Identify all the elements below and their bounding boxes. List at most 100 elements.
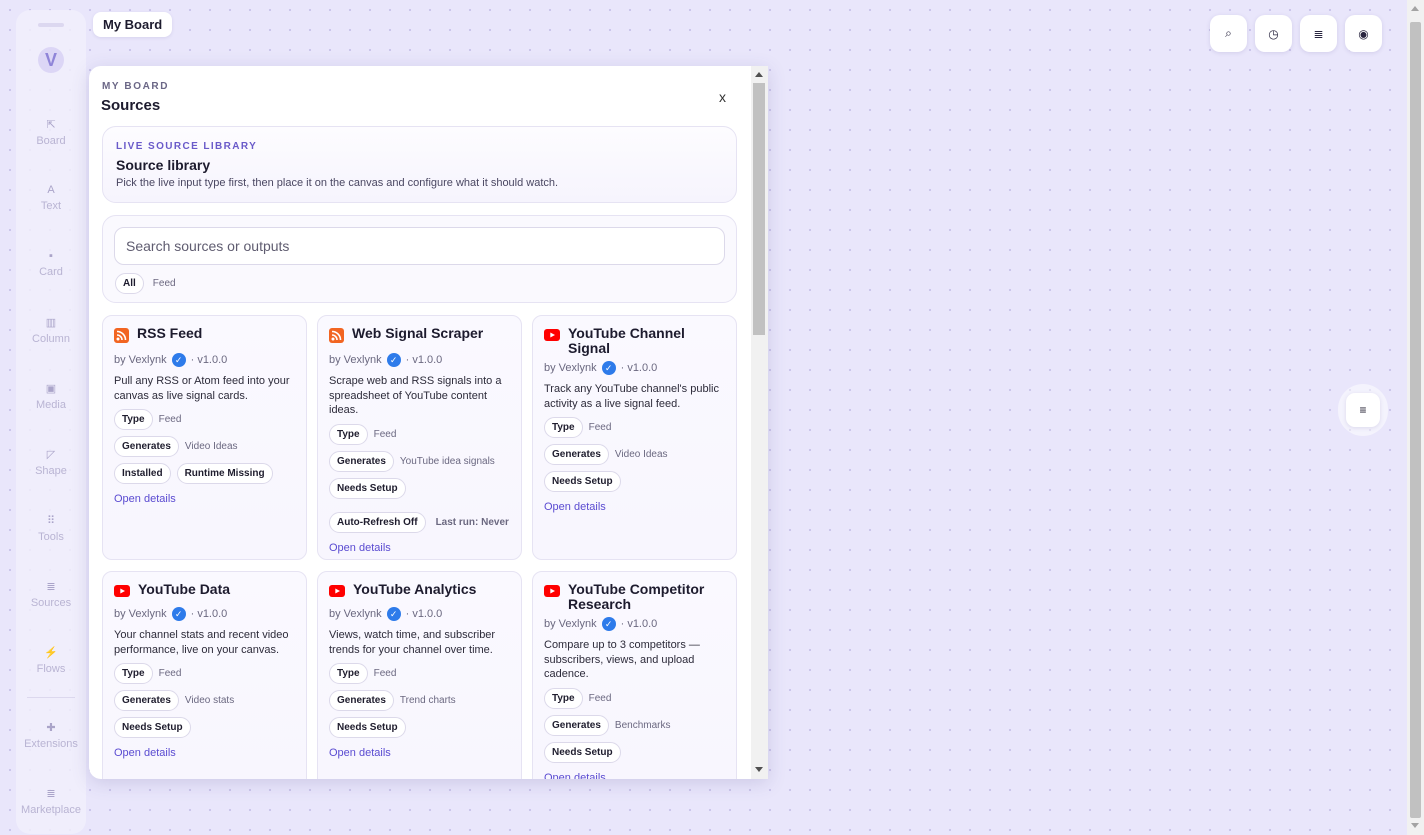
panel-eyebrow: MY BOARD: [102, 81, 170, 92]
close-button[interactable]: x: [719, 89, 726, 105]
rail-divider: [27, 697, 75, 698]
rail-item-label: Sources: [30, 596, 72, 609]
type-value: Feed: [588, 422, 612, 433]
generates-value: Trend charts: [399, 695, 456, 706]
source-card-header: YouTube Channel Signal: [544, 326, 725, 356]
open-details-link[interactable]: Open details: [329, 542, 510, 554]
source-version: · v1.0.0: [190, 608, 228, 620]
rss-icon: [329, 328, 344, 348]
rail-item-extensions[interactable]: ✚ Extensions: [16, 702, 86, 768]
source-card[interactable]: YouTube Data by Vexlynk ✓ · v1.0.0 Your chan…: [102, 571, 307, 779]
status-badge: Installed: [114, 463, 171, 484]
data-button[interactable]: ≣: [1300, 15, 1337, 52]
source-card-header: Web Signal Scraper: [329, 326, 510, 348]
generates-tag: Generates: [544, 444, 609, 465]
text-icon: A: [47, 184, 55, 196]
status-badge: Needs Setup: [329, 717, 406, 738]
rail-item-flows[interactable]: ⚡ Flows: [16, 627, 86, 693]
status-badge: Needs Setup: [329, 477, 406, 499]
source-author: by Vexlynk: [329, 608, 382, 620]
source-version: · v1.0.0: [620, 618, 658, 630]
source-author-line: by Vexlynk ✓ · v1.0.0: [114, 607, 295, 621]
source-title: RSS Feed: [137, 325, 203, 341]
page-scrollbar[interactable]: [1407, 0, 1424, 835]
source-card[interactable]: YouTube Analytics by Vexlynk ✓ · v1.0.0 View…: [317, 571, 522, 779]
align-center-button[interactable]: ≡: [1346, 393, 1380, 427]
scroll-down-arrow[interactable]: [1411, 823, 1419, 828]
board-name-pill[interactable]: My Board: [93, 12, 173, 37]
open-details-link[interactable]: Open details: [114, 493, 295, 505]
auto-refresh-toggle[interactable]: Auto-Refresh Off: [329, 511, 426, 533]
source-author-line: by Vexlynk ✓ · v1.0.0: [544, 617, 725, 631]
rail-item-card[interactable]: ▪ Card: [16, 231, 86, 297]
open-details-link[interactable]: Open details: [114, 747, 295, 759]
status-row: Needs Setup: [329, 717, 510, 738]
type-value: Feed: [158, 668, 182, 679]
status-badge: Needs Setup: [114, 717, 191, 738]
search-button[interactable]: ⌕: [1210, 15, 1247, 52]
source-author: by Vexlynk: [114, 608, 167, 620]
open-details-link[interactable]: Open details: [329, 747, 510, 759]
rail-item-sources[interactable]: ≣ Sources: [16, 561, 86, 627]
rail-item-shape[interactable]: ◸ Shape: [16, 429, 86, 495]
source-card-header: YouTube Analytics: [329, 582, 510, 602]
type-tag: Type: [544, 417, 583, 438]
status-badge: Needs Setup: [544, 471, 621, 492]
generates-row: Generates YouTube idea signals: [329, 450, 510, 472]
source-card[interactable]: YouTube Channel Signal by Vexlynk ✓ · v1.0.…: [532, 315, 737, 560]
type-tag: Type: [114, 663, 153, 684]
panel-scroll-up-arrow[interactable]: [755, 72, 763, 77]
open-details-link[interactable]: Open details: [544, 501, 725, 513]
rail-item-tools[interactable]: ⠿ Tools: [16, 495, 86, 561]
source-title: Web Signal Scraper: [352, 325, 484, 341]
filter-chip-all[interactable]: All: [115, 273, 144, 294]
app-logo[interactable]: V: [38, 47, 64, 73]
generates-value: Benchmarks: [614, 719, 671, 731]
type-value: Feed: [588, 692, 612, 704]
refresh-row: Auto-Refresh Off Last run: Never: [329, 511, 510, 533]
media-icon: ▣: [45, 382, 57, 395]
scroll-thumb[interactable]: [1410, 22, 1421, 818]
status-row: Needs Setup: [114, 717, 295, 738]
account-button[interactable]: ◉: [1345, 15, 1382, 52]
status-row: Needs Setup: [544, 741, 725, 763]
type-tag: Type: [329, 423, 368, 445]
align-center-icon: ≡: [1359, 403, 1367, 417]
tools-icon: ⠿: [46, 514, 56, 527]
source-card[interactable]: Web Signal Scraper by Vexlynk ✓ · v1.0.0 Scr…: [317, 315, 522, 560]
source-card-header: RSS Feed: [114, 326, 295, 348]
panel-scrollbar[interactable]: [751, 66, 768, 779]
scroll-up-arrow[interactable]: [1411, 6, 1419, 11]
rail-item-board[interactable]: ⇱ Board: [16, 99, 86, 165]
source-author: by Vexlynk: [544, 362, 597, 374]
source-author: by Vexlynk: [329, 354, 382, 366]
history-button[interactable]: ◷: [1255, 15, 1292, 52]
generates-value: YouTube idea signals: [399, 455, 495, 467]
generates-row: Generates Video Ideas: [544, 444, 725, 465]
source-description: Compare up to 3 competitors — subscriber…: [544, 639, 700, 680]
generates-value: Video Ideas: [184, 441, 238, 452]
youtube-icon: [544, 584, 560, 602]
search-input[interactable]: [114, 227, 725, 265]
panel-scroll-down-arrow[interactable]: [755, 767, 763, 772]
status-row: Needs Setup: [544, 471, 725, 492]
youtube-icon: [329, 584, 345, 602]
open-details-link[interactable]: Open details: [544, 772, 725, 780]
panel-scroll-thumb[interactable]: [753, 83, 765, 335]
source-card[interactable]: YouTube Competitor Research by Vexlynk ✓ · …: [532, 571, 737, 779]
source-author-line: by Vexlynk ✓ · v1.0.0: [329, 353, 510, 367]
status-row: Installed Runtime Missing: [114, 463, 295, 484]
user-icon: ◉: [1358, 26, 1369, 41]
filter-chip-feed[interactable]: Feed: [150, 273, 179, 294]
rail-item-media[interactable]: ▣ Media: [16, 363, 86, 429]
rail-item-label: Text: [40, 200, 62, 212]
rail-item-marketplace[interactable]: ≣ Marketplace: [16, 768, 86, 834]
source-card[interactable]: RSS Feed by Vexlynk ✓ · v1.0.0 Pull any RSS …: [102, 315, 307, 560]
source-title: YouTube Competitor Research: [568, 581, 705, 612]
rail-item-text[interactable]: A Text: [16, 165, 86, 231]
drag-handle[interactable]: [38, 23, 64, 27]
panel-title: Sources: [101, 97, 161, 114]
rail-item-column[interactable]: ▥ Column: [16, 297, 86, 363]
column-icon: ▥: [45, 316, 57, 329]
source-description: Views, watch time, and subscriber trends…: [329, 629, 496, 656]
